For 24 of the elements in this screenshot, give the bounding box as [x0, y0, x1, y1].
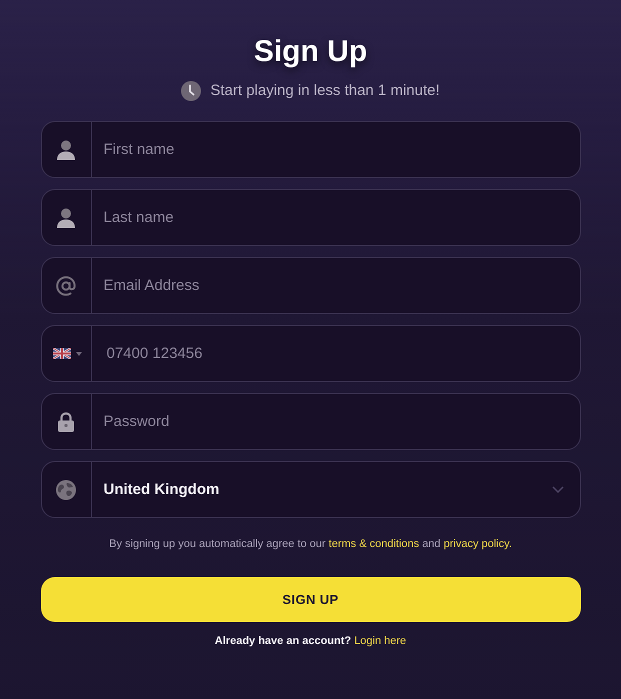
privacy-policy-link[interactable]: privacy policy.: [444, 538, 512, 550]
clock-icon: [181, 81, 202, 101]
subtitle: Start playing in less than 1 minute!: [210, 81, 440, 101]
globe-icon: [56, 480, 76, 500]
country-code-button[interactable]: [52, 348, 82, 359]
password-field[interactable]: Password: [40, 393, 580, 450]
page-title: Sign Up: [254, 34, 368, 70]
person-icon: [56, 140, 76, 160]
country-select[interactable]: United Kingdom: [40, 461, 580, 518]
sign-up-button[interactable]: SIGN UP: [40, 577, 580, 622]
last-name-field[interactable]: Last name: [40, 189, 580, 246]
chevron-down-icon: [552, 486, 564, 493]
login-prompt: Already have an account? Login here: [214, 634, 406, 649]
uk-flag-icon: [52, 348, 70, 359]
terms-link[interactable]: terms & conditions: [328, 538, 420, 550]
caret-icon: [76, 352, 82, 356]
login-link[interactable]: Login here: [354, 635, 406, 647]
email-field[interactable]: Email Address: [40, 257, 580, 314]
phone-field[interactable]: 07400 123456: [40, 325, 580, 382]
lock-icon: [56, 412, 76, 432]
terms-notice: By signing up you automatically agree to our terms & conditions and privacy policy.: [109, 537, 512, 552]
person-icon: [56, 208, 76, 228]
at-sign-icon: [56, 276, 76, 296]
first-name-field[interactable]: First name: [40, 121, 580, 178]
